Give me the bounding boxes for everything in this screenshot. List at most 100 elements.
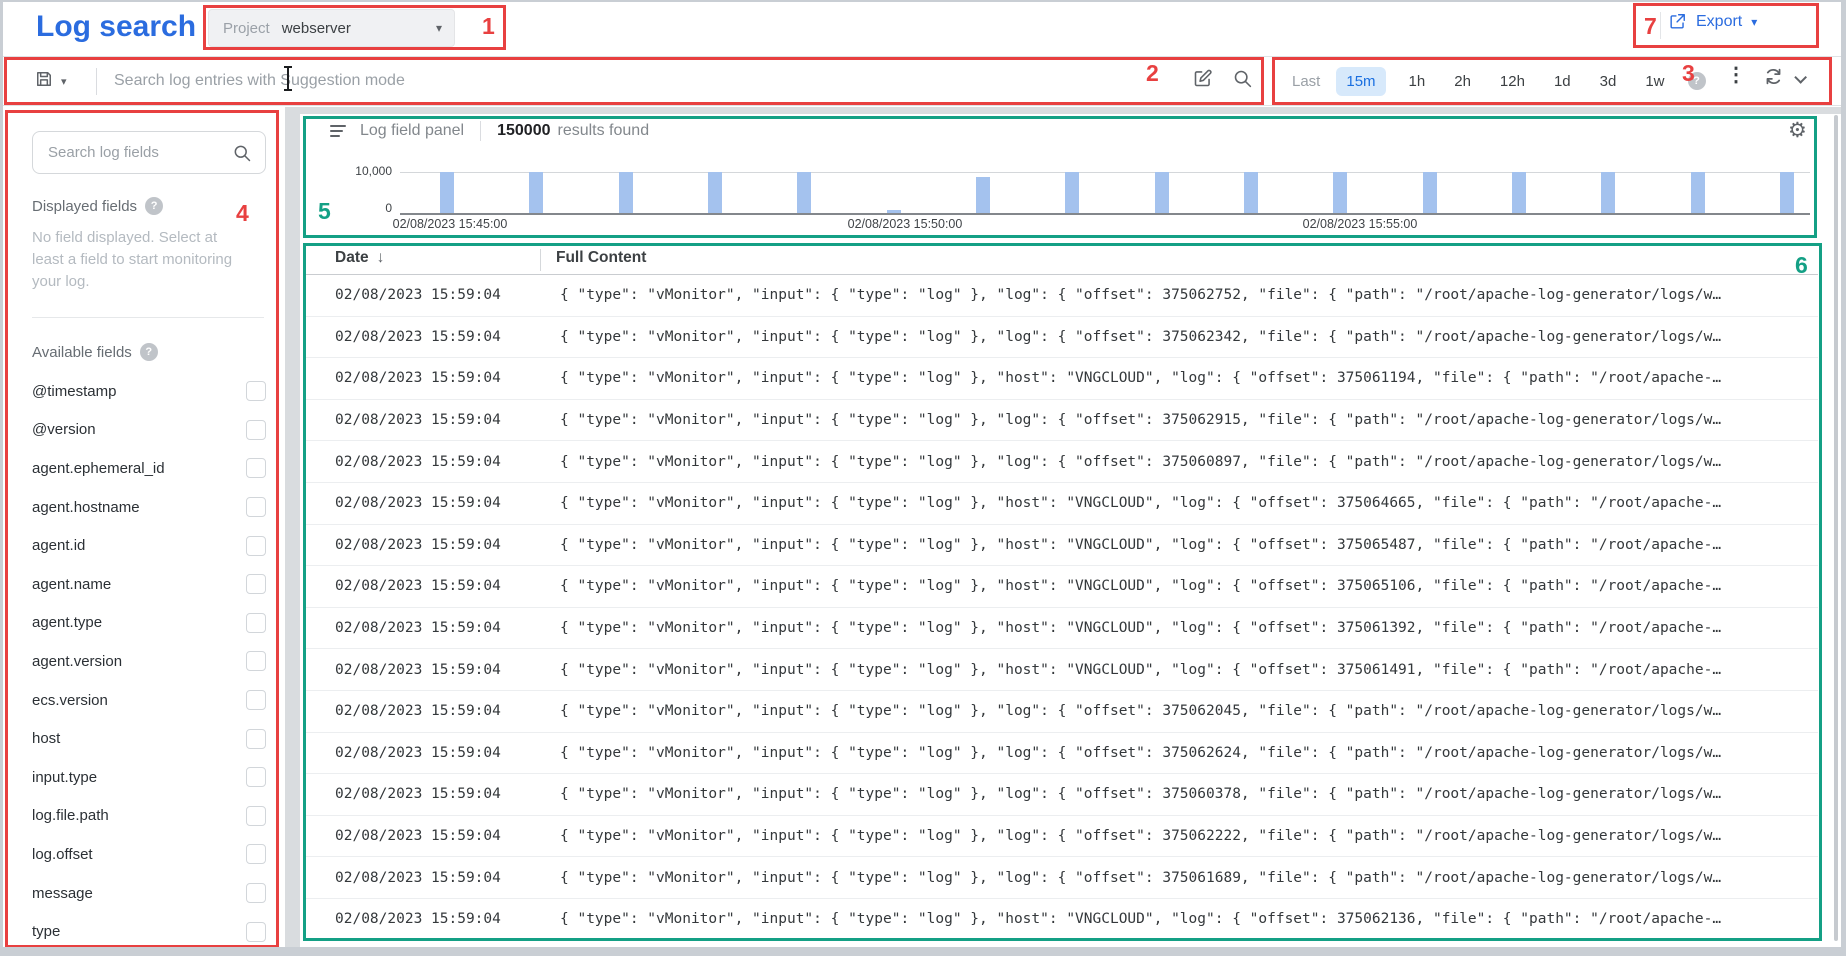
field-checkbox[interactable] (246, 381, 266, 401)
histogram-bar[interactable] (619, 172, 633, 213)
vertical-scrollbar[interactable] (1834, 115, 1838, 941)
column-header-date[interactable]: Date ↓ (335, 249, 384, 267)
table-row[interactable]: 02/08/2023 15:59:04 { "type": "vMonitor"… (306, 691, 1818, 733)
log-search-input[interactable]: Search log entries with Suggestion mode (114, 72, 405, 90)
project-value: webserver (282, 20, 351, 37)
field-checkbox[interactable] (246, 536, 266, 556)
project-label: Project (223, 20, 270, 37)
help-icon[interactable]: ? (140, 343, 158, 361)
table-row[interactable]: 02/08/2023 15:59:04 { "type": "vMonitor"… (306, 317, 1818, 359)
export-label: Export (1696, 13, 1742, 31)
field-name: input.type (32, 769, 97, 786)
table-row[interactable]: 02/08/2023 15:59:04 { "type": "vMonitor"… (306, 649, 1818, 691)
histogram-bar[interactable] (1512, 172, 1526, 213)
help-icon[interactable]: ? (1688, 72, 1706, 90)
histogram-bar[interactable] (440, 172, 454, 213)
log-content: { "type": "vMonitor", "input": { "type":… (560, 828, 1818, 844)
time-range-option-1w[interactable]: 1w (1639, 67, 1670, 96)
table-row[interactable]: 02/08/2023 15:59:04 { "type": "vMonitor"… (306, 857, 1818, 899)
field-checkbox[interactable] (246, 844, 266, 864)
help-icon[interactable]: ? (145, 197, 163, 215)
log-content: { "type": "vMonitor", "input": { "type":… (560, 287, 1818, 303)
date-column-label: Date (335, 249, 369, 267)
displayed-fields-label: Displayed fields (32, 198, 137, 215)
table-row[interactable]: 02/08/2023 15:59:04 { "type": "vMonitor"… (306, 899, 1818, 941)
field-list-item: agent.hostname (32, 488, 266, 527)
histogram-bar[interactable] (797, 172, 811, 213)
field-list-item: agent.ephemeral_id (32, 449, 266, 488)
gear-icon[interactable]: ⚙ (1788, 120, 1807, 141)
divider (96, 68, 97, 95)
log-content: { "type": "vMonitor", "input": { "type":… (560, 370, 1818, 386)
time-range-option-12h[interactable]: 12h (1494, 67, 1531, 96)
time-range-option-1h[interactable]: 1h (1403, 67, 1432, 96)
field-search-placeholder: Search log fields (48, 144, 159, 161)
project-select[interactable]: Project webserver ▾ (208, 9, 455, 47)
log-date: 02/08/2023 15:59:04 (335, 828, 560, 844)
table-row[interactable]: 02/08/2023 15:59:04 { "type": "vMonitor"… (306, 774, 1818, 816)
field-checkbox[interactable] (246, 729, 266, 749)
field-checkbox[interactable] (246, 458, 266, 478)
time-range-option-1d[interactable]: 1d (1548, 67, 1577, 96)
field-list-item: @version (32, 411, 266, 450)
table-row[interactable]: 02/08/2023 15:59:04 { "type": "vMonitor"… (306, 566, 1818, 608)
available-fields-heading: Available fields ? (32, 343, 158, 361)
field-checkbox[interactable] (246, 420, 266, 440)
page-border (1841, 0, 1846, 956)
export-icon (1668, 12, 1687, 31)
table-row[interactable]: 02/08/2023 15:59:04 { "type": "vMonitor"… (306, 358, 1818, 400)
field-checkbox[interactable] (246, 883, 266, 903)
table-row[interactable]: 02/08/2023 15:59:04 { "type": "vMonitor"… (306, 400, 1818, 442)
results-count: 150000 (497, 122, 550, 140)
histogram-bar[interactable] (1155, 172, 1169, 213)
field-checkbox[interactable] (246, 651, 266, 671)
log-date: 02/08/2023 15:59:04 (335, 537, 560, 553)
search-submit-icon[interactable] (1232, 68, 1253, 94)
log-field-panel-icon[interactable] (330, 125, 346, 137)
x-axis-tick: 02/08/2023 15:55:00 (1303, 217, 1418, 231)
table-row[interactable]: 02/08/2023 15:59:04 { "type": "vMonitor"… (306, 483, 1818, 525)
table-row[interactable]: 02/08/2023 15:59:04 { "type": "vMonitor"… (306, 525, 1818, 567)
histogram-bar[interactable] (1065, 172, 1079, 213)
table-row[interactable]: 02/08/2023 15:59:04 { "type": "vMonitor"… (306, 733, 1818, 775)
sidebar-scrollbar[interactable] (285, 107, 300, 948)
histogram-bar[interactable] (708, 172, 722, 213)
time-range-option-15m[interactable]: 15m (1336, 67, 1385, 96)
field-search-input[interactable]: Search log fields (32, 131, 266, 174)
field-checkbox[interactable] (246, 574, 266, 594)
save-query-button[interactable]: ▾ (34, 69, 67, 94)
more-options-icon[interactable]: ⋮ (1726, 62, 1746, 87)
field-list-item: log.offset (32, 835, 266, 874)
field-checkbox[interactable] (246, 690, 266, 710)
export-button[interactable]: Export ▾ (1668, 12, 1757, 31)
field-checkbox[interactable] (246, 806, 266, 826)
field-checkbox[interactable] (246, 922, 266, 942)
field-checkbox[interactable] (246, 497, 266, 517)
table-row[interactable]: 02/08/2023 15:59:04 { "type": "vMonitor"… (306, 441, 1818, 483)
table-row[interactable]: 02/08/2023 15:59:04 { "type": "vMonitor"… (306, 275, 1818, 317)
time-range-option-3d[interactable]: 3d (1594, 67, 1623, 96)
log-search-page: Log search Project webserver ▾ Export ▾ … (0, 0, 1846, 956)
field-checkbox[interactable] (246, 613, 266, 633)
time-range-selector: Last 15m1h2h12h1d3d1w ? (1292, 62, 1706, 100)
histogram-bar[interactable] (976, 177, 990, 213)
table-row[interactable]: 02/08/2023 15:59:04 { "type": "vMonitor"… (306, 816, 1818, 858)
histogram-bar[interactable] (529, 172, 543, 213)
time-range-options: 15m 1h 2h 12h 1d 3d 1w (1336, 67, 1687, 96)
column-header-full-content: Full Content (556, 249, 646, 267)
histogram-bar[interactable] (1423, 172, 1437, 213)
field-name: log.offset (32, 846, 93, 863)
time-range-option-2h[interactable]: 2h (1448, 67, 1477, 96)
log-date: 02/08/2023 15:59:04 (335, 662, 560, 678)
sort-descending-icon: ↓ (377, 249, 385, 267)
refresh-button[interactable] (1763, 66, 1803, 92)
histogram-bar[interactable] (1601, 172, 1615, 213)
histogram-bar[interactable] (1780, 172, 1794, 213)
log-date: 02/08/2023 15:59:04 (335, 329, 560, 345)
histogram-bar[interactable] (1691, 172, 1705, 213)
field-checkbox[interactable] (246, 767, 266, 787)
histogram-bar[interactable] (1244, 172, 1258, 213)
histogram-bar[interactable] (1333, 172, 1347, 213)
edit-query-icon[interactable] (1192, 68, 1213, 94)
table-row[interactable]: 02/08/2023 15:59:04 { "type": "vMonitor"… (306, 608, 1818, 650)
